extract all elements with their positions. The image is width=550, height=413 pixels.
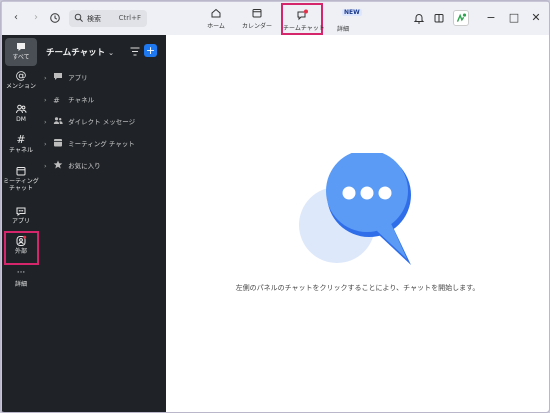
- filter-icon[interactable]: [129, 46, 141, 57]
- chat-content-area: 左側のパネルのチャットをクリックすることにより、チャットを開始します。: [166, 35, 549, 412]
- tab-team-chat[interactable]: チームチャット: [281, 3, 325, 35]
- chevron-right-icon: ›: [44, 140, 47, 148]
- rail-label-all: すべて: [12, 54, 30, 61]
- title-bar: ‹ › 検索 Ctrl+F ホーム カレンダー チームチャット 詳細 NEW −…: [2, 2, 549, 35]
- rail-label-dm: DM: [16, 116, 26, 123]
- rail-item-meeting-chat[interactable]: ミーティング チャット: [2, 165, 40, 192]
- home-icon: [211, 8, 221, 18]
- bell-icon[interactable]: [413, 12, 425, 24]
- star-icon: [53, 160, 63, 169]
- history-icon[interactable]: [49, 12, 61, 24]
- whiteboard-icon[interactable]: [433, 12, 445, 24]
- chevron-right-icon: ›: [44, 74, 47, 82]
- empty-state-message: 左側のパネルのチャットをクリックすることにより、チャットを開始します。: [235, 284, 480, 292]
- rail-item-channels[interactable]: # チャネル: [2, 133, 40, 155]
- tree-label-favorites: お気に入り: [68, 162, 101, 170]
- ellipsis-icon: ···: [16, 268, 26, 278]
- search-input[interactable]: 検索 Ctrl+F: [69, 10, 147, 27]
- tree-item-apps[interactable]: › アプリ: [44, 72, 88, 84]
- maximize-icon[interactable]: □: [507, 11, 521, 25]
- close-icon[interactable]: ✕: [529, 11, 543, 25]
- at-icon: @: [15, 69, 27, 82]
- rail-label-apps: アプリ: [11, 218, 30, 225]
- rail-label-channels: チャネル: [9, 147, 33, 154]
- rail-label-meeting-chat: ミーティング チャット: [3, 178, 39, 192]
- tree-label-apps: アプリ: [68, 74, 88, 82]
- hash-icon: #: [16, 133, 26, 146]
- app-window: ‹ › 検索 Ctrl+F ホーム カレンダー チームチャット 詳細 NEW −…: [0, 0, 550, 413]
- chevron-right-icon: ›: [44, 96, 47, 104]
- rail-label-more: 詳細: [14, 281, 27, 288]
- tree-item-direct-messages[interactable]: › ダイレクト メッセージ: [44, 116, 135, 128]
- chat-bubble-icon: [17, 43, 25, 51]
- tab-calendar-label: カレンダー: [241, 23, 272, 30]
- tree-item-channels[interactable]: › # チャネル: [44, 94, 94, 106]
- calendar-icon: [252, 9, 262, 18]
- forward-arrow-icon[interactable]: ›: [30, 11, 42, 25]
- tab-calendar[interactable]: カレンダー: [238, 5, 276, 33]
- tab-home-label: ホーム: [207, 23, 225, 30]
- tab-team-chat-label: チームチャット: [283, 25, 325, 32]
- tab-home[interactable]: ホーム: [201, 5, 231, 33]
- panel-title-text: チームチャット: [46, 48, 106, 58]
- tree-label-direct-messages: ダイレクト メッセージ: [68, 118, 136, 126]
- more-icon: [337, 18, 349, 20]
- rail-label-mentions: メンション: [5, 83, 36, 90]
- apps-icon: [16, 207, 26, 216]
- rail-item-apps[interactable]: アプリ: [2, 205, 40, 225]
- people-icon: [16, 104, 27, 114]
- panel-title[interactable]: チームチャット ⌄: [46, 46, 114, 58]
- chat-icon: [297, 9, 308, 21]
- left-rail: すべて @ メンション DM # チャネル ミーティング チャット アプリ 外部…: [2, 35, 40, 412]
- search-placeholder: 検索: [87, 15, 101, 23]
- rail-item-external[interactable]: 外部: [2, 235, 40, 255]
- hash-icon: #: [53, 96, 60, 105]
- rail-label-external: 外部: [14, 248, 27, 255]
- external-user-icon: [16, 235, 27, 246]
- rail-item-more[interactable]: ··· 詳細: [2, 268, 40, 288]
- avatar[interactable]: [453, 10, 469, 26]
- avatar-logo-icon: [456, 13, 467, 22]
- chevron-right-icon: ›: [44, 118, 47, 126]
- search-icon: [74, 13, 83, 22]
- rail-item-all[interactable]: すべて: [2, 38, 40, 66]
- tab-more-label: 詳細: [336, 26, 349, 33]
- new-badge: NEW: [342, 9, 362, 16]
- chat-list-panel: チームチャット ⌄ + › アプリ › # チャネル › ダイレクト メッセージ…: [40, 35, 166, 412]
- rail-item-dm[interactable]: DM: [2, 103, 40, 123]
- tree-item-favorites[interactable]: › お気に入り: [44, 160, 101, 172]
- tree-label-meeting-chat: ミーティング チャット: [68, 140, 135, 148]
- add-chat-button[interactable]: +: [144, 44, 157, 57]
- calendar-icon: [16, 167, 26, 176]
- minimize-icon[interactable]: −: [484, 11, 498, 25]
- tree-label-channels: チャネル: [68, 96, 95, 104]
- rail-item-mentions[interactable]: @ メンション: [2, 69, 40, 91]
- chevron-right-icon: ›: [44, 162, 47, 170]
- back-arrow-icon[interactable]: ‹: [10, 11, 22, 25]
- chat-bubble-illustration: [299, 153, 411, 265]
- calendar-icon: [54, 139, 63, 147]
- apps-icon: [54, 73, 63, 80]
- tree-item-meeting-chat[interactable]: › ミーティング チャット: [44, 138, 135, 150]
- search-shortcut: Ctrl+F: [118, 14, 141, 22]
- chevron-down-icon: ⌄: [108, 49, 115, 57]
- people-icon: [53, 117, 63, 124]
